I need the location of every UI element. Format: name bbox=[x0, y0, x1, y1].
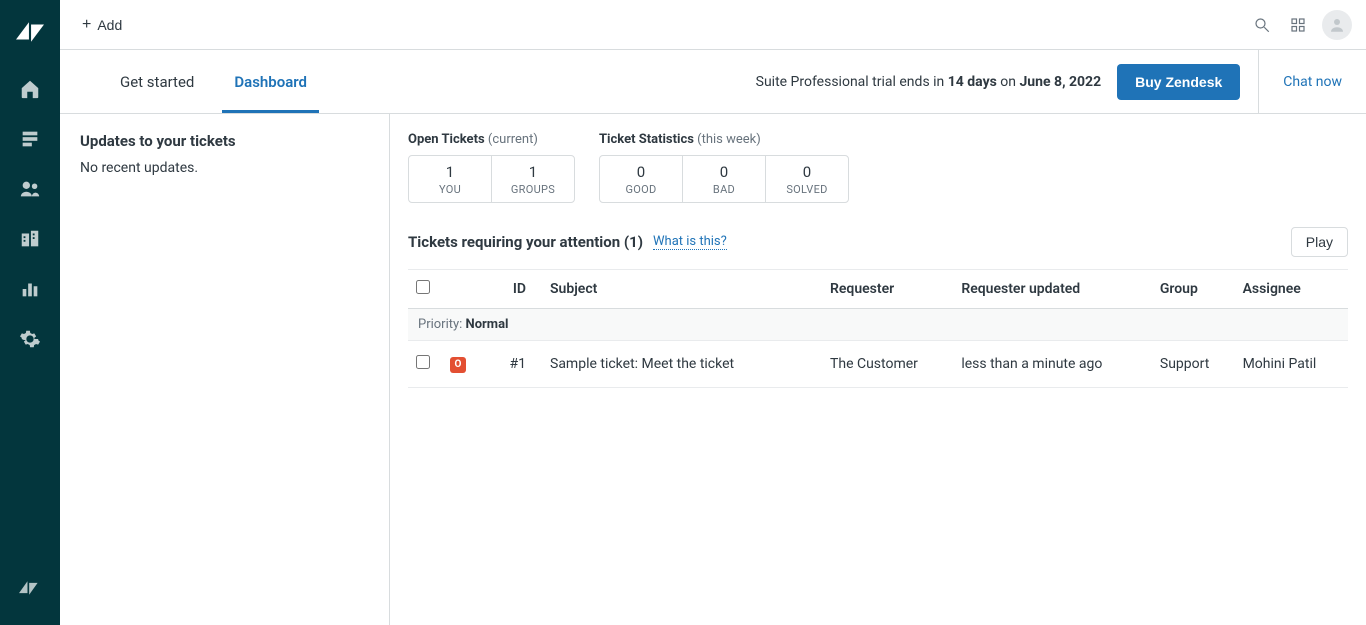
left-nav bbox=[0, 0, 60, 625]
row-checkbox[interactable] bbox=[416, 355, 430, 369]
play-button[interactable]: Play bbox=[1291, 227, 1348, 257]
cell-requester-updated: less than a minute ago bbox=[953, 341, 1152, 388]
topbar: + Add bbox=[60, 0, 1366, 50]
tab-get-started[interactable]: Get started bbox=[120, 50, 194, 113]
content: Updates to your tickets No recent update… bbox=[60, 114, 1366, 625]
open-tickets-boxes: 1 YOU 1 GROUPS bbox=[408, 155, 575, 203]
attention-row: Tickets requiring your attention (1) Wha… bbox=[408, 227, 1348, 257]
trial-prefix: Suite Professional trial ends in bbox=[756, 74, 948, 90]
open-tickets-label: Open Tickets (current) bbox=[408, 132, 575, 147]
trial-days: 14 days bbox=[948, 74, 997, 90]
nav-admin-icon[interactable] bbox=[0, 314, 60, 364]
header-status bbox=[442, 270, 482, 309]
header-subject[interactable]: Subject bbox=[542, 270, 822, 309]
cell-id: #1 bbox=[482, 341, 542, 388]
tab-label: Get started bbox=[120, 73, 194, 91]
plus-icon: + bbox=[82, 17, 91, 33]
stat-value: 0 bbox=[803, 163, 811, 181]
add-button-label: Add bbox=[97, 17, 122, 33]
priority-value: Normal bbox=[466, 317, 509, 332]
header-requester[interactable]: Requester bbox=[822, 270, 953, 309]
updates-panel: Updates to your tickets No recent update… bbox=[60, 114, 390, 625]
stat-label: SOLVED bbox=[786, 183, 827, 196]
stats-label-suffix: (this week) bbox=[697, 132, 761, 147]
tabs: Get started Dashboard bbox=[120, 50, 307, 113]
subheader: Get started Dashboard Suite Professional… bbox=[60, 50, 1366, 114]
user-avatar[interactable] bbox=[1322, 10, 1352, 40]
updates-empty-text: No recent updates. bbox=[80, 160, 369, 176]
cell-subject: Sample ticket: Meet the ticket bbox=[542, 341, 822, 388]
apps-grid-icon[interactable] bbox=[1280, 7, 1316, 43]
stat-solved[interactable]: 0 SOLVED bbox=[765, 155, 849, 203]
stats-label-strong: Open Tickets bbox=[408, 132, 485, 147]
chat-now-link[interactable]: Chat now bbox=[1258, 50, 1366, 113]
stat-value: 1 bbox=[529, 163, 537, 181]
header-checkbox bbox=[408, 270, 442, 309]
cell-assignee: Mohini Patil bbox=[1235, 341, 1348, 388]
search-icon[interactable] bbox=[1244, 7, 1280, 43]
stat-value: 0 bbox=[637, 163, 645, 181]
priority-label: Priority: bbox=[418, 317, 466, 332]
open-tickets-group: Open Tickets (current) 1 YOU 1 GROUPS bbox=[408, 132, 575, 203]
nav-views-icon[interactable] bbox=[0, 114, 60, 164]
tab-label: Dashboard bbox=[234, 73, 307, 91]
tab-dashboard[interactable]: Dashboard bbox=[234, 50, 307, 113]
table-row[interactable]: O #1 Sample ticket: Meet the ticket The … bbox=[408, 341, 1348, 388]
stat-value: 1 bbox=[446, 163, 454, 181]
cell-group: Support bbox=[1152, 341, 1235, 388]
trial-date: June 8, 2022 bbox=[1019, 74, 1101, 90]
nav-customers-icon[interactable] bbox=[0, 164, 60, 214]
select-all-checkbox[interactable] bbox=[416, 280, 430, 294]
header-group[interactable]: Group bbox=[1152, 270, 1235, 309]
stat-label: BAD bbox=[713, 183, 735, 196]
header-assignee[interactable]: Assignee bbox=[1235, 270, 1348, 309]
stat-bad[interactable]: 0 BAD bbox=[682, 155, 766, 203]
stat-label: GROUPS bbox=[511, 183, 555, 196]
cell-requester: The Customer bbox=[822, 341, 953, 388]
trial-mid: on bbox=[997, 74, 1020, 90]
ticket-stats-boxes: 0 GOOD 0 BAD 0 SOLVED bbox=[599, 155, 849, 203]
buy-zendesk-button[interactable]: Buy Zendesk bbox=[1117, 64, 1240, 100]
nav-organizations-icon[interactable] bbox=[0, 214, 60, 264]
header-requester-updated[interactable]: Requester updated bbox=[953, 270, 1152, 309]
stat-you[interactable]: 1 YOU bbox=[408, 155, 492, 203]
nav-zendesk-products-icon[interactable] bbox=[0, 563, 60, 613]
priority-row: Priority: Normal bbox=[408, 309, 1348, 341]
trial-info: Suite Professional trial ends in 14 days… bbox=[756, 74, 1117, 90]
main-column: + Add Get started Dashboard Suite Profes… bbox=[60, 0, 1366, 625]
table-header-row: ID Subject Requester Requester updated G… bbox=[408, 270, 1348, 309]
nav-home-icon[interactable] bbox=[0, 64, 60, 114]
stat-good[interactable]: 0 GOOD bbox=[599, 155, 683, 203]
stats-label-strong: Ticket Statistics bbox=[599, 132, 694, 147]
header-id[interactable]: ID bbox=[482, 270, 542, 309]
tickets-table: ID Subject Requester Requester updated G… bbox=[408, 269, 1348, 388]
zendesk-logo-icon[interactable] bbox=[16, 18, 44, 46]
stat-value: 0 bbox=[720, 163, 728, 181]
stats-label-suffix: (current) bbox=[488, 132, 538, 147]
nav-reporting-icon[interactable] bbox=[0, 264, 60, 314]
updates-title: Updates to your tickets bbox=[80, 132, 369, 150]
what-is-this-link[interactable]: What is this? bbox=[653, 234, 727, 250]
add-button[interactable]: + Add bbox=[74, 11, 130, 39]
stat-groups[interactable]: 1 GROUPS bbox=[491, 155, 575, 203]
stats-row: Open Tickets (current) 1 YOU 1 GROUPS bbox=[408, 132, 1348, 203]
ticket-statistics-group: Ticket Statistics (this week) 0 GOOD 0 B… bbox=[599, 132, 849, 203]
status-badge: O bbox=[450, 357, 466, 373]
attention-title: Tickets requiring your attention (1) bbox=[408, 233, 643, 251]
dashboard-panel: Open Tickets (current) 1 YOU 1 GROUPS bbox=[390, 114, 1366, 625]
ticket-statistics-label: Ticket Statistics (this week) bbox=[599, 132, 849, 147]
stat-label: GOOD bbox=[625, 183, 656, 196]
stat-label: YOU bbox=[439, 183, 461, 196]
